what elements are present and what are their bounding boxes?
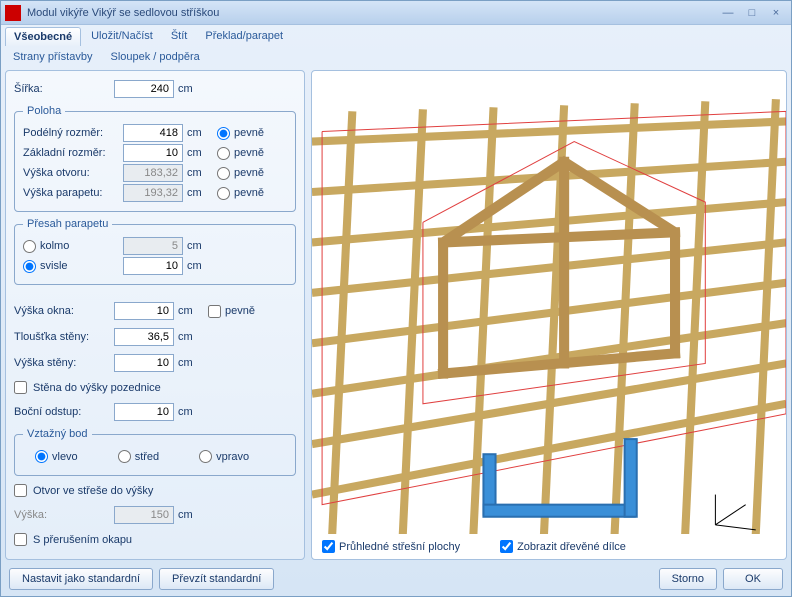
tab-stit[interactable]: Štít bbox=[163, 27, 196, 46]
app-logo-icon bbox=[5, 5, 21, 21]
svisle-radio[interactable]: svisle bbox=[23, 260, 123, 273]
transparent-roof-chk[interactable]: Průhledné střešní plochy bbox=[322, 540, 460, 553]
width-label: Šířka: bbox=[14, 83, 114, 95]
bocni-input[interactable] bbox=[114, 403, 174, 421]
vyska-okna-chk[interactable]: pevně bbox=[208, 305, 255, 318]
content-area: Šířka: cm Poloha Podélný rozměr: cm pevn… bbox=[1, 66, 791, 564]
vztazny-legend: Vztažný bod bbox=[23, 428, 92, 440]
vyska-otvoru-radio[interactable]: pevně bbox=[217, 167, 264, 180]
width-input[interactable] bbox=[114, 80, 174, 98]
footer: Nastavit jako standardní Převzít standar… bbox=[1, 564, 791, 596]
set-standard-button[interactable]: Nastavit jako standardní bbox=[9, 568, 153, 590]
svisle-input[interactable] bbox=[123, 257, 183, 275]
cancel-button[interactable]: Storno bbox=[659, 568, 717, 590]
vyska-parapetu-radio[interactable]: pevně bbox=[217, 187, 264, 200]
podelny-input[interactable] bbox=[123, 124, 183, 142]
otvor-chk[interactable]: Otvor ve střeše do výšky bbox=[14, 482, 296, 499]
vyska-okna-row: Výška okna: cm pevně bbox=[14, 301, 296, 321]
vyska-steny-input[interactable] bbox=[114, 354, 174, 372]
zakladni-row: Základní rozměr: cm pevně bbox=[23, 143, 287, 163]
zakladni-radio[interactable]: pevně bbox=[217, 147, 264, 160]
podelny-radio[interactable]: pevně bbox=[217, 127, 264, 140]
podelny-row: Podélný rozměr: cm pevně bbox=[23, 123, 287, 143]
tabs-primary: Všeobecné Uložit/Načíst Štít Překlad/par… bbox=[1, 25, 791, 46]
kolmo-row: kolmo cm bbox=[23, 236, 287, 256]
vpravo-radio[interactable]: vpravo bbox=[199, 450, 249, 463]
vyska-otvoru-input bbox=[123, 164, 183, 182]
vyska-okna-input[interactable] bbox=[114, 302, 174, 320]
preruseni-chk[interactable]: S přerušením okapu bbox=[14, 531, 296, 548]
presah-group: Přesah parapetu kolmo cm svisle cm bbox=[14, 218, 296, 285]
vyska-parapetu-row: Výška parapetu: cm pevně bbox=[23, 183, 287, 203]
stena-chk[interactable]: Stěna do výšky pozednice bbox=[14, 379, 296, 396]
vztazny-group: Vztažný bod vlevo střed vpravo bbox=[14, 428, 296, 476]
tloustka-row: Tloušťka stěny: cm bbox=[14, 327, 296, 347]
tab-preklad[interactable]: Překlad/parapet bbox=[197, 27, 291, 46]
close-button[interactable]: × bbox=[765, 5, 787, 21]
settings-panel: Šířka: cm Poloha Podélný rozměr: cm pevn… bbox=[5, 70, 305, 560]
vlevo-radio[interactable]: vlevo bbox=[35, 450, 78, 463]
vyska-input bbox=[114, 506, 174, 524]
tab-vseobecne[interactable]: Všeobecné bbox=[5, 27, 81, 46]
tabs-secondary: Strany přístavby Sloupek / podpěra bbox=[1, 46, 791, 66]
preview-viewport: Průhledné střešní plochy Zobrazit dřevěn… bbox=[311, 70, 787, 560]
window-title: Modul vikýře Vikýř se sedlovou stříškou bbox=[27, 7, 715, 19]
width-unit: cm bbox=[174, 83, 198, 95]
show-wood-chk[interactable]: Zobrazit dřevěné dílce bbox=[500, 540, 626, 553]
width-row: Šířka: cm bbox=[14, 79, 296, 99]
maximize-button[interactable]: □ bbox=[741, 5, 763, 21]
tab-sloupek[interactable]: Sloupek / podpěra bbox=[102, 48, 207, 66]
tab-strany[interactable]: Strany přístavby bbox=[5, 48, 100, 66]
vyska-otvoru-row: Výška otvoru: cm pevně bbox=[23, 163, 287, 183]
kolmo-radio[interactable]: kolmo bbox=[23, 240, 123, 253]
poloha-group: Poloha Podélný rozměr: cm pevně Základní… bbox=[14, 105, 296, 212]
dormer-scene-icon bbox=[312, 71, 786, 534]
minimize-button[interactable]: — bbox=[717, 5, 739, 21]
svisle-row: svisle cm bbox=[23, 256, 287, 276]
stred-radio[interactable]: střed bbox=[118, 450, 159, 463]
vyska-row: Výška: cm bbox=[14, 505, 296, 525]
tab-ulozit[interactable]: Uložit/Načíst bbox=[83, 27, 161, 46]
ok-button[interactable]: OK bbox=[723, 568, 783, 590]
vyska-steny-row: Výška stěny: cm bbox=[14, 353, 296, 373]
titlebar: Modul vikýře Vikýř se sedlovou stříškou … bbox=[1, 1, 791, 25]
vyska-parapetu-input bbox=[123, 184, 183, 202]
take-standard-button[interactable]: Převzít standardní bbox=[159, 568, 274, 590]
tloustka-input[interactable] bbox=[114, 328, 174, 346]
poloha-legend: Poloha bbox=[23, 105, 65, 117]
zakladni-input[interactable] bbox=[123, 144, 183, 162]
kolmo-input bbox=[123, 237, 183, 255]
preview-canvas[interactable] bbox=[312, 71, 786, 534]
bocni-row: Boční odstup: cm bbox=[14, 402, 296, 422]
viewport-options: Průhledné střešní plochy Zobrazit dřevěn… bbox=[312, 534, 786, 559]
app-window: Modul vikýře Vikýř se sedlovou stříškou … bbox=[0, 0, 792, 597]
presah-legend: Přesah parapetu bbox=[23, 218, 112, 230]
